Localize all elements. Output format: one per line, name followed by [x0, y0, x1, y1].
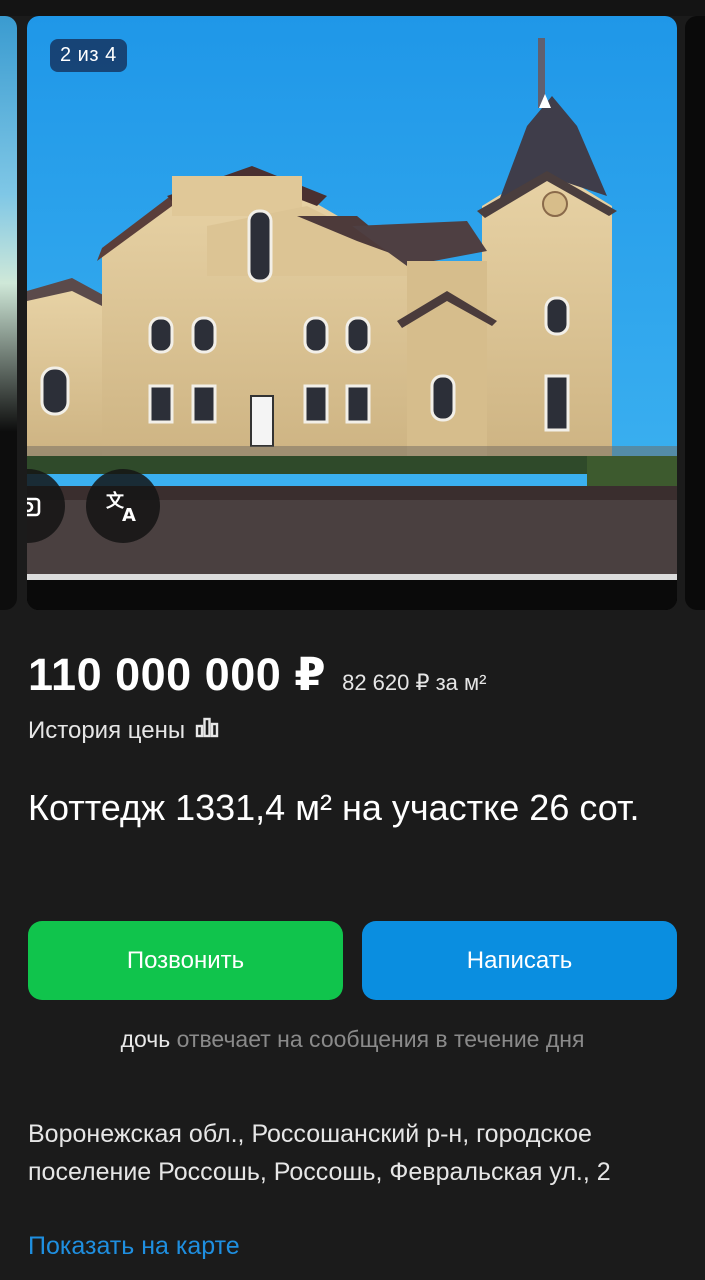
translate-icon[interactable]: 文 A	[86, 469, 160, 543]
photo-counter-badge: 2 из 4	[50, 39, 127, 72]
status-strip	[0, 0, 705, 16]
reply-time-text: отвечает на сообщения в течение дня	[176, 1026, 585, 1052]
price-per-m2: 82 620 ₽ за м²	[342, 670, 487, 695]
seller-name[interactable]: дочь	[121, 1026, 171, 1052]
seller-reply-info: дочь отвечает на сообщения в течение дня	[0, 1026, 705, 1053]
write-button[interactable]: Написать	[362, 921, 677, 1000]
svg-text:A: A	[122, 505, 136, 523]
next-photo-peek[interactable]	[685, 16, 705, 610]
price-history-label: История цены	[28, 716, 186, 744]
listing-title: Коттедж 1331,4 м² на участке 26 сот.	[28, 787, 640, 828]
call-button[interactable]: Позвонить	[28, 921, 343, 1000]
price: 110 000 000 ₽	[28, 649, 327, 700]
show-on-map-link[interactable]: Показать на карте	[28, 1232, 240, 1261]
previous-photo-peek[interactable]	[0, 16, 17, 610]
price-row: 110 000 000 ₽ 82 620 ₽ за м²	[28, 648, 486, 701]
listing-photo[interactable]: 2 из 4 文 A	[27, 16, 677, 610]
address: Воронежская обл., Россошанский р-н, горо…	[28, 1120, 611, 1186]
price-history-link[interactable]: История цены	[28, 716, 219, 745]
bar-chart-icon	[195, 716, 219, 745]
photo-gallery[interactable]: 2 из 4 文 A	[0, 16, 705, 610]
